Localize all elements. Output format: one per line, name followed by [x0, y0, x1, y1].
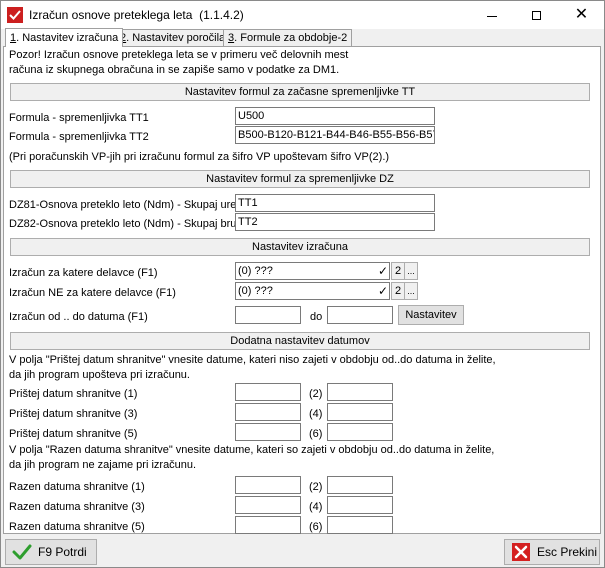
- maximize-button[interactable]: [514, 1, 559, 29]
- include-date-pair-label: (2): [309, 388, 323, 400]
- tab-nastavitev-porocila[interactable]: 2. Nastavitev poročila: [115, 29, 231, 46]
- maximize-icon: [532, 10, 541, 20]
- confirm-button[interactable]: F9 Potrdi: [5, 539, 97, 565]
- close-icon: ✕: [574, 6, 589, 23]
- date-to-label: do: [310, 311, 323, 323]
- minimize-button[interactable]: [469, 1, 514, 29]
- close-button[interactable]: ✕: [559, 1, 604, 29]
- include-date-4-input[interactable]: [327, 403, 393, 421]
- cancel-x-icon: [512, 543, 530, 561]
- dz82-label: DZ82-Osnova preteklo leto (Ndm) - Skupaj…: [9, 218, 246, 230]
- exclude-date-1-input[interactable]: [235, 476, 301, 494]
- include-date-5-input[interactable]: [235, 423, 301, 441]
- workers-count-button[interactable]: 2: [391, 262, 405, 280]
- tab-label: . Nastavitev poročila: [126, 32, 226, 44]
- exclude-date-6-input[interactable]: [327, 516, 393, 534]
- workers-input[interactable]: (0) ???: [235, 262, 390, 280]
- exclude-date-pair-label: (6): [309, 521, 323, 533]
- dialog-window: Izračun osnove preteklega leta (1.1.4.2)…: [0, 0, 605, 568]
- tab-label: . Nastavitev izračuna: [16, 32, 119, 44]
- tt1-label: Formula - spremenljivka TT1: [9, 112, 149, 124]
- checkmark-icon: [12, 544, 32, 560]
- exclude-date-pair-label: (2): [309, 481, 323, 493]
- tab-nastavitev-izracuna[interactable]: 1. Nastavitev izračuna: [5, 28, 124, 47]
- exclude-date-pair-label: (4): [309, 501, 323, 513]
- section-header-tt: Nastavitev formul za začasne spremenljiv…: [10, 83, 590, 101]
- include-date-1-input[interactable]: [235, 383, 301, 401]
- date-from-input[interactable]: [235, 306, 301, 324]
- exclude-date-4-input[interactable]: [327, 496, 393, 514]
- exclude-date-label: Razen datuma shranitve (3): [9, 501, 145, 513]
- check-icon: ✓: [378, 284, 389, 298]
- include-date-label: Prištej datum shranitve (3): [9, 408, 138, 420]
- include-date-label: Prištej datum shranitve (1): [9, 388, 138, 400]
- include-date-2-input[interactable]: [327, 383, 393, 401]
- workers-label: Izračun za katere delavce (F1): [9, 267, 158, 279]
- tt-note: (Pri poračunskih VP-jih pri izračunu for…: [9, 151, 390, 163]
- tt1-input[interactable]: U500: [235, 107, 435, 125]
- section-header-izracun: Nastavitev izračuna: [10, 238, 590, 256]
- dz82-input[interactable]: TT2: [235, 213, 435, 231]
- minimize-icon: [486, 15, 497, 17]
- cancel-label: Esc Prekini: [537, 545, 598, 559]
- workers-not-input[interactable]: (0) ???: [235, 282, 390, 300]
- tab-formule-obdobje-2[interactable]: 3. Formule za obdobje-2: [223, 29, 353, 46]
- exclude-date-3-input[interactable]: [235, 496, 301, 514]
- include-date-pair-label: (4): [309, 408, 323, 420]
- exclude-date-label: Razen datuma shranitve (1): [9, 481, 145, 493]
- exclude-date-label: Razen datuma shranitve (5): [9, 521, 145, 533]
- dz81-label: DZ81-Osnova preteklo leto (Ndm) - Skupaj…: [9, 199, 237, 211]
- exclude-date-5-input[interactable]: [235, 516, 301, 534]
- date-to-input[interactable]: [327, 306, 393, 324]
- dz81-input[interactable]: TT1: [235, 194, 435, 212]
- workers-not-count-button[interactable]: 2: [391, 282, 405, 300]
- include-dates-text: V polja "Prištej datum shranitve" vnesit…: [9, 354, 496, 381]
- tab-label: . Formule za obdobje-2: [234, 32, 348, 44]
- workers-not-more-button[interactable]: ...: [404, 282, 418, 300]
- check-icon: ✓: [378, 264, 389, 278]
- tab-panel: Pozor! Izračun osnove preteklega leta se…: [3, 46, 601, 534]
- title-bar: Izračun osnove preteklega leta (1.1.4.2)…: [1, 1, 604, 29]
- section-header-dz: Nastavitev formul za spremenljivke DZ: [10, 170, 590, 188]
- workers-not-label: Izračun NE za katere delavce (F1): [9, 287, 176, 299]
- window-version: (1.1.4.2): [199, 8, 244, 22]
- window-title: Izračun osnove preteklega leta (1.1.4.2): [29, 8, 244, 22]
- confirm-label: F9 Potrdi: [38, 545, 87, 559]
- intro-text: Pozor! Izračun osnove preteklega leta se…: [9, 49, 349, 76]
- nastavitev-button[interactable]: Nastavitev: [398, 305, 464, 325]
- include-date-pair-label: (6): [309, 428, 323, 440]
- cancel-button[interactable]: Esc Prekini: [504, 539, 600, 565]
- tt2-label: Formula - spremenljivka TT2: [9, 131, 149, 143]
- include-date-label: Prištej datum shranitve (5): [9, 428, 138, 440]
- window-title-text: Izračun osnove preteklega leta: [29, 8, 193, 22]
- exclude-dates-text: V polja "Razen datuma shranitve" vnesite…: [9, 444, 495, 471]
- date-range-label: Izračun od .. do datuma (F1): [9, 311, 148, 323]
- include-date-6-input[interactable]: [327, 423, 393, 441]
- workers-more-button[interactable]: ...: [404, 262, 418, 280]
- section-header-datumi: Dodatna nastavitev datumov: [10, 332, 590, 350]
- exclude-date-2-input[interactable]: [327, 476, 393, 494]
- tt2-input[interactable]: B500-B120-B121-B44-B46-B55-B56-B57-B: [235, 126, 435, 144]
- include-date-3-input[interactable]: [235, 403, 301, 421]
- app-icon: [7, 7, 23, 23]
